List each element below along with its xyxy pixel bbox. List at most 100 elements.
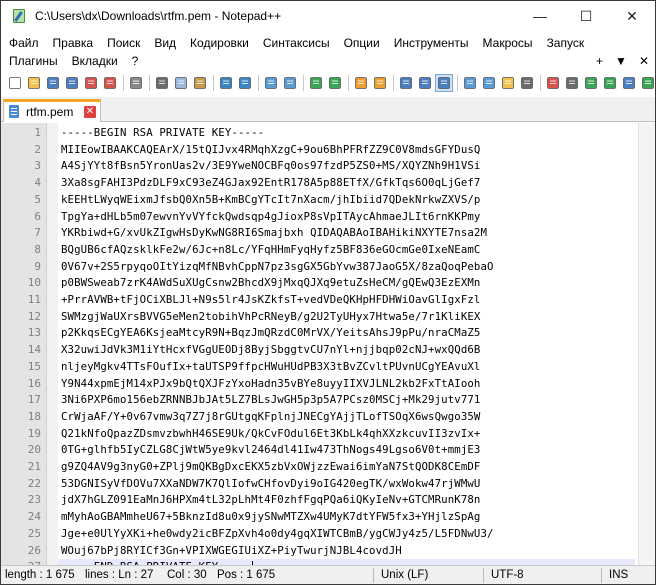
vertical-scrollbar[interactable] — [638, 123, 655, 565]
line-number: 14 — [27, 343, 41, 357]
toolbar-separator — [123, 75, 124, 91]
close-icon[interactable] — [83, 75, 99, 91]
sync-vertical-icon[interactable] — [353, 75, 369, 91]
menu-item[interactable]: Вкладки — [65, 54, 125, 68]
code-line[interactable]: WOuj67bPj8RYICf3Gn+VPIXWGEGIUiXZ+PiyTwur… — [61, 543, 402, 560]
line-number: 5 — [34, 192, 41, 206]
code-line[interactable]: 0TG+glhfb5IyCZLG8CjWtW5ye9kvl2464dl41Iw4… — [61, 442, 480, 459]
line-number: 25 — [27, 526, 41, 540]
code-line[interactable]: CrWjaAF/Y+0v67vmw3q7Z7j8rGUtgqKFplnjJNEC… — [61, 409, 480, 426]
code-line[interactable]: Q21kNfoQpazZDsmvzbwhH46SE9Uk/QkCvFOdul6E… — [61, 426, 480, 443]
line-number: 12 — [27, 309, 41, 323]
code-line[interactable]: Jge+e0UlYyXKi+he0wdy2icBFZpXvh4o0dy4gqXI… — [61, 526, 494, 543]
monitoring-icon[interactable] — [519, 75, 535, 91]
indent-guide-icon[interactable] — [435, 74, 453, 92]
menu-item[interactable]: Синтаксисы — [256, 36, 337, 50]
show-all-chars-icon[interactable] — [417, 75, 433, 91]
menu-item[interactable]: Поиск — [100, 36, 147, 50]
code-line[interactable]: 53DGNISyVfDOVu7XXaNDW7K7QlIofwCHfovDyi9o… — [61, 476, 480, 493]
code-line[interactable]: SWMzgjWaUXrsBVVG5eMen2tobihVhPcRNeyB/g2U… — [61, 309, 480, 326]
editor-area[interactable]: 1 2 3 4 5 6 7 8 9 10 11 12 13 14 15 16 17 18 19 20 21 22 23 24 2… — [1, 123, 655, 576]
code-line[interactable]: 3Xa8sgFAHI3PdzDLF9xC93eZ4GJax92EntR178A5… — [61, 175, 480, 192]
paste-icon[interactable] — [192, 75, 208, 91]
redo-icon[interactable] — [237, 75, 253, 91]
code-line[interactable]: jdX7hGLZ091EaMnJ6HPXm4tL32pLhMt4F0zhfFgq… — [61, 492, 480, 509]
undo-icon[interactable] — [218, 75, 234, 91]
menu-item[interactable]: ? — [125, 54, 146, 68]
document-map-icon[interactable] — [462, 75, 478, 91]
code-line[interactable]: nljeyMgkv4TTsFOufIx+taUTSP9ffpcHWuHUdPB3… — [61, 359, 480, 376]
close-all-icon[interactable] — [102, 75, 118, 91]
code-line[interactable]: p2KkqsECgYEA6KsjeaMtcyR9N+BqzJmQRzdC0MrV… — [61, 325, 480, 342]
line-number: 6 — [34, 209, 41, 223]
code-line[interactable]: MIIEowIBAAKCAQEArX/15tQIJvx4RMqhXzgC+9ou… — [61, 142, 480, 159]
save-icon[interactable] — [45, 75, 61, 91]
open-file-icon[interactable] — [26, 75, 42, 91]
menu-item[interactable]: Кодировки — [183, 36, 256, 50]
stop-macro-icon[interactable] — [564, 75, 580, 91]
menu-item[interactable]: Опции — [337, 36, 387, 50]
code-line[interactable]: BQgUB6cfAQzsklkFe2w/6Jc+n8Lc/YFqHHmFyqHy… — [61, 242, 480, 259]
status-eol[interactable]: Unix (LF) — [381, 566, 428, 585]
menu-item[interactable]: Правка — [46, 36, 101, 50]
notepad-plus-plus-app-icon — [11, 8, 27, 24]
save-all-icon[interactable] — [64, 75, 80, 91]
record-macro-icon[interactable] — [545, 75, 561, 91]
status-encoding[interactable]: UTF-8 — [491, 566, 524, 585]
fold-margin — [47, 123, 58, 565]
function-list-icon[interactable] — [481, 75, 497, 91]
code-line[interactable]: YKRbiwd+G/xvUkZIgwHsDyKwNG8RI6Smajbxh QI… — [61, 225, 487, 242]
menu-item[interactable]: Файл — [1, 36, 46, 50]
close-window-button[interactable]: ✕ — [609, 1, 655, 31]
code-line[interactable]: TpgYa+dHLb5m07ewvnYvVYfckQwdsqp4gJioxP8s… — [61, 209, 480, 226]
run-macro-multiple-icon[interactable] — [602, 75, 618, 91]
menu-item[interactable]: Макросы — [476, 36, 540, 50]
line-number: 26 — [27, 543, 41, 557]
code-line[interactable]: kEEHtLWyqWEixmJfsbQ0Xn5B+KmBCgYTcIt7nXac… — [61, 192, 480, 209]
zoom-out-icon[interactable] — [327, 75, 343, 91]
play-macro-icon[interactable] — [583, 75, 599, 91]
line-number: 10 — [27, 276, 41, 290]
code-line[interactable]: A4SjYYt8fBsn5YronUas2v/3E9YweNOCBFq0os97… — [61, 158, 480, 175]
word-wrap-icon[interactable] — [398, 75, 414, 91]
line-number: 8 — [34, 242, 41, 256]
toolbar-separator — [149, 75, 150, 91]
zoom-in-icon[interactable] — [308, 75, 324, 91]
cut-icon[interactable] — [154, 75, 170, 91]
new-tab-plus-button[interactable]: + — [596, 54, 603, 68]
tab-list-dropdown-button[interactable]: ▼ — [615, 54, 627, 68]
copy-icon[interactable] — [173, 75, 189, 91]
menu-bar: Файл Правка Поиск Вид Кодировки Синтаксисы Опц… — [1, 31, 655, 71]
print-icon[interactable] — [128, 75, 144, 91]
code-line[interactable]: g9ZQ4AV9g3nyG0+ZPlj9mQKBgDxcEKX5zbVxOWjz… — [61, 459, 480, 476]
tab-rtfm-pem[interactable]: rtfm.pem ✕ — [3, 99, 101, 122]
code-line[interactable]: Y9N44xpmEjM14xPJx9bQtQXJFzYxoHadn35vBYe8… — [61, 376, 480, 393]
menu-item[interactable]: Инструменты — [387, 36, 476, 50]
menu-item[interactable]: Плагины — [1, 54, 65, 68]
code-line[interactable]: p0BWSweab7zrK4AWdSuXUgCsnw2BhcdX9jMxqQJX… — [61, 275, 480, 292]
spell-check-icon[interactable] — [640, 75, 656, 91]
find-icon[interactable] — [263, 75, 279, 91]
menu-item[interactable]: Вид — [147, 36, 183, 50]
folder-workspace-icon[interactable] — [500, 75, 516, 91]
new-file-icon[interactable] — [7, 75, 23, 91]
status-insert-mode[interactable]: INS — [609, 566, 628, 585]
sync-horizontal-icon[interactable] — [372, 75, 388, 91]
status-column: Col : 30 — [167, 569, 207, 581]
code-text[interactable]: -----BEGIN RSA PRIVATE KEY----- MIIEowIBA… — [61, 125, 635, 575]
code-line[interactable]: mMyhAoGBAMmheU67+5BknzId8u0x9jySNwMTZXw4… — [61, 509, 480, 526]
menu-item[interactable]: Запуск — [540, 36, 592, 50]
replace-icon[interactable] — [282, 75, 298, 91]
maximize-button[interactable]: ☐ — [563, 1, 609, 31]
line-number: 17 — [27, 393, 41, 407]
minimize-button[interactable]: — — [517, 1, 563, 31]
code-line[interactable]: -----BEGIN RSA PRIVATE KEY----- — [61, 125, 264, 142]
save-macro-icon[interactable] — [621, 75, 637, 91]
toolbar-separator — [213, 75, 214, 91]
code-line[interactable]: +PrrAVWB+tFjOCiXBLJl+N9s5lr4JsKZkfsT+ved… — [61, 292, 480, 309]
tab-close-icon[interactable]: ✕ — [84, 106, 96, 118]
code-line[interactable]: X32uwiJdVk3M1iYtHcxfVGgUEODj8ByjSbggtvCU… — [61, 342, 480, 359]
code-line[interactable]: 3Ni6PXP6mo156ebZRNNBJbJAt5LZ7BLsJwGH5p3p… — [61, 392, 480, 409]
close-document-button[interactable]: ✕ — [639, 54, 649, 68]
code-line[interactable]: 0V67v+2S5rpyqoOItYizqMfNBvhCppN7pz3sgGX5… — [61, 259, 494, 276]
